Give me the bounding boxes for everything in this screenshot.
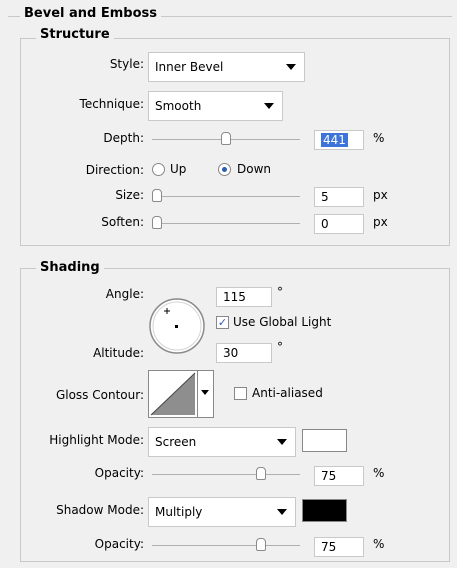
angle-input[interactable]: 115 xyxy=(216,287,272,307)
highlight-opacity-unit: % xyxy=(373,466,385,480)
gloss-contour-label: Gloss Contour: xyxy=(55,388,144,402)
highlight-mode-value: Screen xyxy=(155,435,197,449)
depth-unit: % xyxy=(373,131,385,145)
highlight-opacity-label: Opacity: xyxy=(94,466,144,480)
highlight-mode-select[interactable]: Screen xyxy=(148,427,296,457)
soften-slider-thumb[interactable] xyxy=(152,216,162,229)
direction-down-radio[interactable] xyxy=(218,163,231,176)
depth-value: 441 xyxy=(321,133,348,147)
shadow-mode-value: Multiply xyxy=(155,505,203,519)
chevron-down-icon xyxy=(277,509,287,515)
anti-aliased-label: Anti-aliased xyxy=(252,386,323,400)
size-unit: px xyxy=(373,188,388,202)
shadow-mode-label: Shadow Mode: xyxy=(56,503,144,517)
size-slider-track[interactable] xyxy=(152,196,300,197)
altitude-value: 30 xyxy=(223,346,239,360)
style-select[interactable]: Inner Bevel xyxy=(148,52,305,82)
anti-aliased-checkbox[interactable] xyxy=(234,387,247,400)
highlight-mode-label: Highlight Mode: xyxy=(49,433,144,447)
global-light-checkbox[interactable]: ✓ xyxy=(216,316,229,329)
shadow-mode-select[interactable]: Multiply xyxy=(148,497,296,527)
soften-value: 0 xyxy=(321,217,329,231)
style-label: Style: xyxy=(109,57,144,71)
depth-label: Depth: xyxy=(103,131,144,145)
shadow-opacity-label: Opacity: xyxy=(94,537,144,551)
altitude-label: Altitude: xyxy=(93,346,144,360)
highlight-opacity-input[interactable]: 75 xyxy=(314,466,364,486)
shadow-opacity-input[interactable]: 75 xyxy=(314,537,364,557)
direction-up-radio[interactable] xyxy=(152,163,165,176)
angle-unit: ° xyxy=(277,285,283,299)
shadow-opacity-slider-track[interactable] xyxy=(152,545,300,546)
shading-title: Shading xyxy=(36,260,104,275)
technique-label: Technique: xyxy=(79,97,144,111)
shadow-opacity-slider-thumb[interactable] xyxy=(255,538,266,551)
shadow-opacity-value: 75 xyxy=(321,540,337,554)
size-value: 5 xyxy=(321,190,329,204)
direction-up-label: Up xyxy=(170,162,187,176)
contour-curve-icon xyxy=(150,372,196,416)
technique-select[interactable]: Smooth xyxy=(148,91,283,121)
size-input[interactable]: 5 xyxy=(314,187,364,207)
chevron-down-icon xyxy=(277,439,287,445)
panel-title: Bevel and Emboss xyxy=(20,6,161,21)
depth-slider-thumb[interactable] xyxy=(221,132,231,145)
depth-input[interactable]: 441 xyxy=(314,130,364,150)
chevron-down-icon xyxy=(264,103,274,109)
highlight-opacity-slider-thumb[interactable] xyxy=(255,467,266,480)
size-slider-thumb[interactable] xyxy=(152,189,162,202)
global-light-label: Use Global Light xyxy=(233,315,332,329)
gloss-contour-dropdown[interactable] xyxy=(198,370,214,418)
chevron-down-icon xyxy=(286,64,296,70)
chevron-down-icon xyxy=(201,390,209,395)
gloss-contour-preview[interactable] xyxy=(148,370,198,418)
soften-label: Soften: xyxy=(101,215,144,229)
highlight-color-swatch[interactable] xyxy=(302,429,347,452)
highlight-opacity-value: 75 xyxy=(321,469,337,483)
dial-center xyxy=(175,325,178,328)
shadow-opacity-unit: % xyxy=(373,537,385,551)
altitude-input[interactable]: 30 xyxy=(216,343,272,363)
shadow-color-swatch[interactable] xyxy=(302,499,347,522)
size-label: Size: xyxy=(115,188,144,202)
soften-input[interactable]: 0 xyxy=(314,214,364,234)
direction-down-label: Down xyxy=(237,162,272,176)
angle-value: 115 xyxy=(223,290,246,304)
highlight-opacity-slider-track[interactable] xyxy=(152,474,300,475)
soften-slider-track[interactable] xyxy=(152,223,300,224)
angle-label: Angle: xyxy=(105,287,144,301)
structure-title: Structure xyxy=(36,27,114,42)
soften-unit: px xyxy=(373,215,388,229)
style-value: Inner Bevel xyxy=(155,60,224,74)
angle-dial[interactable] xyxy=(147,296,207,356)
technique-value: Smooth xyxy=(155,99,202,113)
altitude-unit: ° xyxy=(277,340,283,354)
direction-label: Direction: xyxy=(85,163,144,177)
